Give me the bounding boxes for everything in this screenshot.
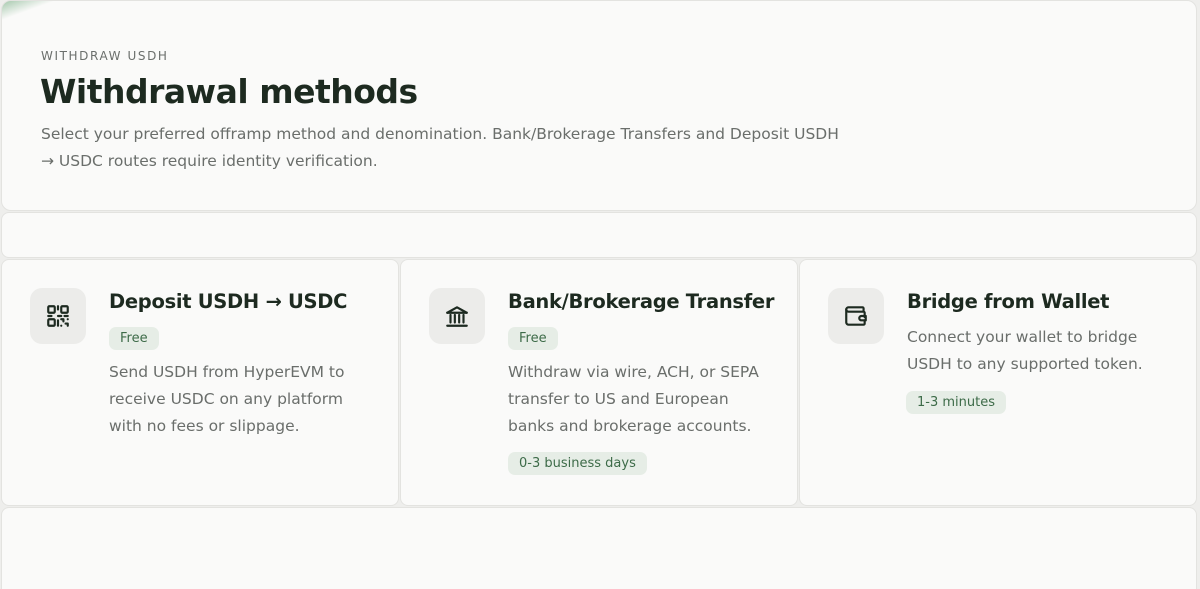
method-title: Bank/Brokerage Transfer [508,290,775,313]
method-card-bridge-wallet[interactable]: Bridge from Wallet Connect your wallet t… [799,259,1197,506]
method-title: Deposit USDH → USDC [109,290,348,313]
method-card-deposit-usdh-usdc[interactable]: Deposit USDH → USDC Free Send USDH from … [1,259,399,506]
fee-badge: Free [508,327,558,350]
withdraw-page: WITHDRAW USDH Withdrawal methods Select … [0,0,1200,589]
page-title: Withdrawal methods [40,72,418,111]
method-description: Send USDH from HyperEVM to receive USDC … [109,363,345,435]
method-title: Bridge from Wallet [907,290,1110,313]
qr-code-icon [30,288,86,344]
method-description: Withdraw via wire, ACH, or SEPA transfer… [508,363,759,435]
time-badge: 0-3 business days [508,452,647,475]
denomination-strip [1,212,1197,258]
header-card: WITHDRAW USDH Withdrawal methods Select … [1,0,1197,211]
fee-badge: Free [109,327,159,350]
wallet-icon [828,288,884,344]
method-description: Connect your wallet to bridge USDH to an… [907,328,1143,373]
bottom-panel [1,507,1197,589]
eyebrow-label: WITHDRAW USDH [41,49,169,63]
bank-icon [429,288,485,344]
page-subtitle: Select your preferred offramp method and… [41,125,839,170]
time-badge: 1-3 minutes [906,391,1006,414]
method-card-bank-brokerage[interactable]: Bank/Brokerage Transfer Free Withdraw vi… [400,259,798,506]
